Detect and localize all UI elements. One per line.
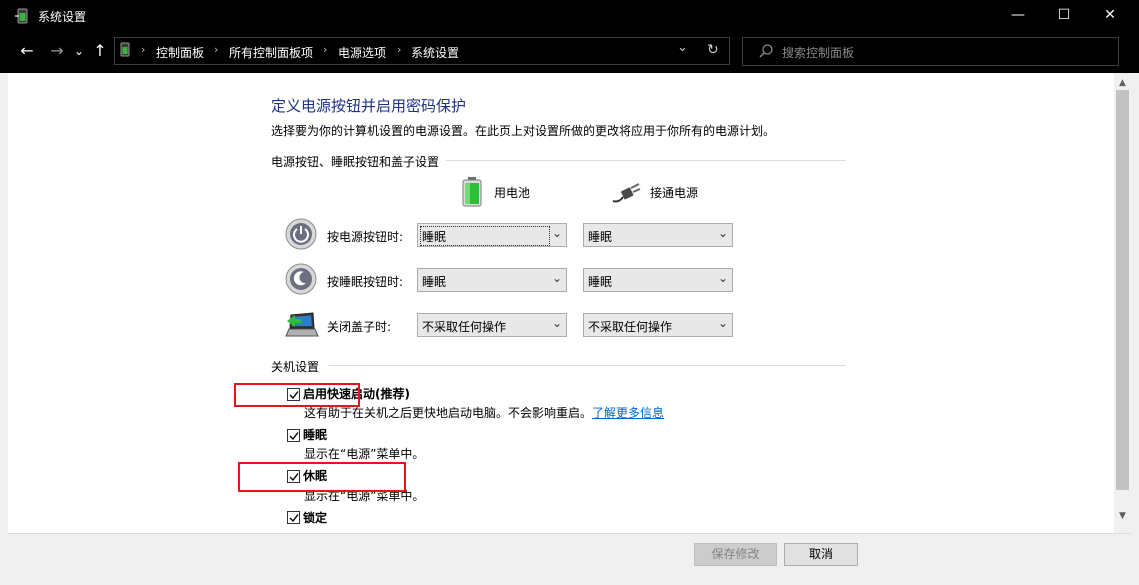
- maximize-button[interactable]: ☐: [1041, 0, 1087, 31]
- close-lid-plugged-select[interactable]: 不采取任何操作 ⌄: [583, 313, 733, 337]
- page-title: 定义电源按钮并启用密码保护: [271, 97, 467, 115]
- column-header-plugged-in: 接通电源: [650, 186, 699, 200]
- breadcrumb-separator: ›: [141, 43, 146, 56]
- breadcrumb-separator: ›: [397, 43, 402, 56]
- sleep-description: 显示在“电源”菜单中。: [304, 447, 425, 461]
- power-button-plugged-select[interactable]: 睡眠 ⌄: [583, 223, 733, 247]
- breadcrumb-separator: ›: [323, 43, 328, 56]
- breadcrumb-power-options[interactable]: 电源选项: [338, 44, 386, 61]
- row-label-sleep-button: 按睡眠按钮时:: [327, 275, 404, 289]
- breadcrumb-control-panel[interactable]: 控制面板: [156, 44, 204, 61]
- breadcrumb-separator: ›: [214, 43, 219, 56]
- page-description: 选择要为你的计算机设置的电源设置。在此页上对设置所做的更改将应用于你所有的电源计…: [271, 124, 776, 138]
- chevron-down-icon: ⌄: [551, 226, 562, 240]
- power-options-app-icon: [14, 7, 32, 25]
- power-button-battery-select[interactable]: 睡眠 ⌄: [417, 223, 567, 247]
- power-plug-icon: [611, 181, 641, 205]
- breadcrumb-all-items[interactable]: 所有控制面板项: [229, 44, 313, 61]
- refresh-button[interactable]: ↻: [707, 42, 719, 58]
- minimize-button[interactable]: —: [995, 0, 1041, 31]
- row-label-power-button: 按电源按钮时:: [327, 230, 404, 244]
- laptop-lid-icon: [285, 309, 319, 339]
- chevron-down-icon: ⌄: [717, 316, 728, 330]
- section-heading-shutdown: 关机设置: [271, 360, 320, 374]
- sleep-label[interactable]: 睡眠: [303, 426, 327, 443]
- sleep-button-battery-select[interactable]: 睡眠 ⌄: [417, 268, 567, 292]
- address-dropdown-button[interactable]: ⌄: [677, 40, 688, 55]
- checkmark-icon: [289, 514, 299, 523]
- sleep-checkbox[interactable]: [287, 429, 300, 442]
- scroll-up-icon[interactable]: ▲: [1114, 76, 1131, 90]
- row-label-close-lid: 关闭盖子时:: [327, 320, 392, 334]
- save-changes-button[interactable]: 保存修改: [694, 543, 777, 566]
- scroll-down-icon[interactable]: ▼: [1114, 509, 1131, 523]
- highlight-box-fast-startup: [234, 383, 360, 407]
- close-lid-battery-select[interactable]: 不采取任何操作 ⌄: [417, 313, 567, 337]
- cancel-button[interactable]: 取消: [784, 543, 858, 566]
- chevron-down-icon: ⌄: [717, 271, 728, 285]
- scrollbar-thumb[interactable]: [1116, 90, 1129, 490]
- battery-icon: [461, 177, 483, 207]
- sleep-button-plugged-select[interactable]: 睡眠 ⌄: [583, 268, 733, 292]
- recent-locations-button[interactable]: ⌄: [72, 40, 86, 62]
- footer-bar: [8, 533, 1131, 579]
- section-heading-buttons: 电源按钮、睡眠按钮和盖子设置: [271, 155, 440, 169]
- back-button[interactable]: ←: [17, 40, 37, 62]
- breadcrumb-system-settings[interactable]: 系统设置: [411, 44, 459, 61]
- lock-checkbox[interactable]: [287, 511, 300, 524]
- window-title: 系统设置: [38, 10, 87, 24]
- chevron-down-icon: ⌄: [551, 316, 562, 330]
- checkmark-icon: [289, 432, 299, 441]
- close-button[interactable]: ✕: [1087, 0, 1133, 31]
- content-pane: [8, 73, 1131, 533]
- lock-label[interactable]: 锁定: [303, 509, 327, 526]
- highlight-box-hibernate: [238, 462, 406, 492]
- title-bar: [0, 0, 1139, 31]
- forward-button[interactable]: →: [47, 40, 67, 62]
- search-input[interactable]: 搜索控制面板: [782, 44, 854, 61]
- sleep-button-icon: [285, 263, 317, 295]
- section-divider: [446, 160, 846, 161]
- up-button[interactable]: ↑: [91, 40, 109, 62]
- column-header-battery: 用电池: [494, 186, 531, 200]
- control-panel-icon: [117, 42, 133, 58]
- search-icon: [758, 43, 774, 59]
- learn-more-link[interactable]: 了解更多信息: [592, 404, 664, 421]
- chevron-down-icon: ⌄: [551, 271, 562, 285]
- power-button-icon: [285, 218, 317, 250]
- chevron-down-icon: ⌄: [717, 226, 728, 240]
- section-divider: [329, 365, 846, 366]
